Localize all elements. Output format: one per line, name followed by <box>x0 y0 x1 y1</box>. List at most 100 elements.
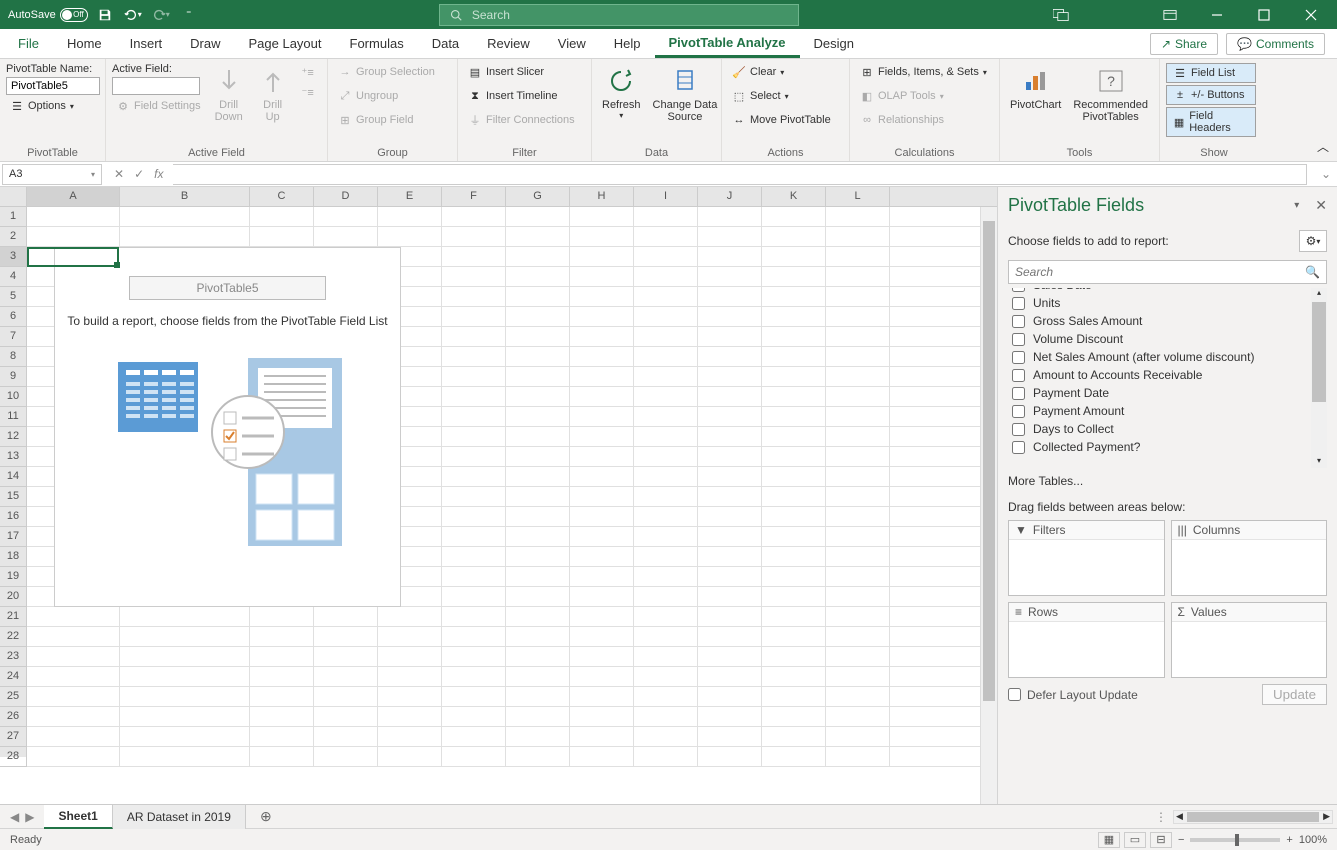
task-pane-close-button[interactable]: ✕ <box>1315 197 1327 214</box>
row-header[interactable]: 18 <box>0 547 27 567</box>
field-list-toggle[interactable]: ☰Field List <box>1166 63 1256 83</box>
minimize-button[interactable] <box>1194 0 1239 29</box>
row-header[interactable]: 13 <box>0 447 27 467</box>
spreadsheet-grid[interactable]: ABCDEFGHIJKL 123456789101112131415161718… <box>0 187 997 804</box>
tab-view[interactable]: View <box>544 29 600 58</box>
zoom-in-button[interactable]: + <box>1286 834 1292 846</box>
row-header[interactable]: 20 <box>0 587 27 607</box>
move-pivottable-button[interactable]: ↔Move PivotTable <box>728 111 835 129</box>
field-item[interactable]: Days to Collect <box>1008 420 1327 438</box>
column-header[interactable]: A <box>27 187 120 206</box>
tab-pivottable-analyze[interactable]: PivotTable Analyze <box>655 29 800 58</box>
zoom-out-button[interactable]: − <box>1178 834 1184 846</box>
tab-formulas[interactable]: Formulas <box>336 29 418 58</box>
field-item[interactable]: Volume Discount <box>1008 330 1327 348</box>
row-header[interactable]: 26 <box>0 707 27 727</box>
tab-review[interactable]: Review <box>473 29 544 58</box>
row-header[interactable]: 4 <box>0 267 27 287</box>
formula-input[interactable] <box>173 164 1306 185</box>
tab-page-layout[interactable]: Page Layout <box>235 29 336 58</box>
share-button[interactable]: ↗Share <box>1150 33 1218 55</box>
layout-options-button[interactable]: ⚙▾ <box>1299 230 1327 252</box>
sheet-prev-icon[interactable]: ◀ <box>10 810 19 824</box>
row-header[interactable]: 7 <box>0 327 27 347</box>
page-break-view-button[interactable]: ⊟ <box>1150 832 1172 848</box>
vertical-scrollbar[interactable] <box>980 207 997 804</box>
field-item[interactable]: Gross Sales Amount <box>1008 312 1327 330</box>
tab-home[interactable]: Home <box>53 29 116 58</box>
column-header[interactable]: L <box>826 187 890 206</box>
field-item[interactable]: Net Sales Amount (after volume discount) <box>1008 348 1327 366</box>
cancel-formula-icon[interactable]: ✕ <box>114 167 124 181</box>
confirm-formula-icon[interactable]: ✓ <box>134 167 144 181</box>
zoom-slider[interactable] <box>1190 838 1280 842</box>
more-tables-link[interactable]: More Tables... <box>1008 468 1327 494</box>
name-box[interactable]: A3▾ <box>2 164 102 185</box>
maximize-button[interactable] <box>1241 0 1286 29</box>
page-layout-view-button[interactable]: ▭ <box>1124 832 1146 848</box>
row-header[interactable]: 28 <box>0 747 27 767</box>
undo-icon[interactable]: ▾ <box>122 4 144 26</box>
row-header[interactable]: 6 <box>0 307 27 327</box>
columns-area[interactable]: |||Columns <box>1171 520 1328 596</box>
refresh-button[interactable]: Refresh▾ <box>598 63 645 122</box>
display-options-icon[interactable] <box>1038 0 1083 29</box>
sheet-next-icon[interactable]: ▶ <box>25 810 34 824</box>
row-header[interactable]: 3 <box>0 247 27 267</box>
field-item[interactable]: Units <box>1008 294 1327 312</box>
field-search-box[interactable]: 🔍 <box>1008 260 1327 284</box>
column-header[interactable]: C <box>250 187 314 206</box>
sheet-tab-ar-dataset[interactable]: AR Dataset in 2019 <box>113 805 246 829</box>
row-header[interactable]: 16 <box>0 507 27 527</box>
fields-items-sets-button[interactable]: ⊞Fields, Items, & Sets ▾ <box>856 63 991 81</box>
row-header[interactable]: 17 <box>0 527 27 547</box>
filters-area[interactable]: ▼Filters <box>1008 520 1165 596</box>
tab-file[interactable]: File <box>4 29 53 58</box>
insert-slicer-button[interactable]: ▤Insert Slicer <box>464 63 579 81</box>
save-icon[interactable] <box>94 4 116 26</box>
tab-insert[interactable]: Insert <box>116 29 177 58</box>
pivottable-name-input[interactable] <box>6 77 100 95</box>
row-header[interactable]: 19 <box>0 567 27 587</box>
qat-customize-icon[interactable]: ⁼ <box>178 4 200 26</box>
insert-timeline-button[interactable]: ⧗Insert Timeline <box>464 87 579 105</box>
collapse-ribbon-button[interactable]: ︿ <box>1317 138 1329 155</box>
tab-draw[interactable]: Draw <box>176 29 234 58</box>
add-sheet-button[interactable]: ⊕ <box>252 808 280 825</box>
row-header[interactable]: 9 <box>0 367 27 387</box>
field-item[interactable]: Collected Payment? <box>1008 438 1327 456</box>
plus-minus-buttons-toggle[interactable]: ±+/- Buttons <box>1166 85 1256 105</box>
row-header[interactable]: 5 <box>0 287 27 307</box>
row-header[interactable]: 24 <box>0 667 27 687</box>
defer-layout-checkbox[interactable]: Defer Layout Update <box>1008 688 1138 702</box>
row-header[interactable]: 21 <box>0 607 27 627</box>
task-pane-options-icon[interactable]: ▾ <box>1294 200 1299 211</box>
active-field-input[interactable] <box>112 77 200 95</box>
row-header[interactable]: 10 <box>0 387 27 407</box>
row-header[interactable]: 22 <box>0 627 27 647</box>
clear-button[interactable]: 🧹Clear ▾ <box>728 63 835 81</box>
column-header[interactable]: H <box>570 187 634 206</box>
ribbon-mode-icon[interactable] <box>1147 0 1192 29</box>
fx-icon[interactable]: fx <box>154 167 163 181</box>
close-button[interactable] <box>1288 0 1333 29</box>
row-header[interactable]: 23 <box>0 647 27 667</box>
field-item[interactable]: Payment Date <box>1008 384 1327 402</box>
redo-icon[interactable]: ▾ <box>150 4 172 26</box>
search-box[interactable]: Search <box>439 4 799 26</box>
row-header[interactable]: 15 <box>0 487 27 507</box>
rows-area[interactable]: ≡Rows <box>1008 602 1165 678</box>
expand-formula-bar-icon[interactable]: ⌄ <box>1321 167 1337 181</box>
pivotchart-button[interactable]: PivotChart <box>1006 63 1065 113</box>
field-list-scrollbar[interactable]: ▴▾ <box>1311 288 1327 468</box>
column-header[interactable]: I <box>634 187 698 206</box>
select-button[interactable]: ⬚Select ▾ <box>728 87 835 105</box>
change-data-source-button[interactable]: Change Data Source <box>649 63 722 125</box>
field-item[interactable]: Amount to Accounts Receivable <box>1008 366 1327 384</box>
horizontal-scrollbar[interactable]: ◀▶ <box>1173 810 1333 824</box>
comments-button[interactable]: 💬Comments <box>1226 33 1325 55</box>
tab-data[interactable]: Data <box>418 29 473 58</box>
row-header[interactable]: 11 <box>0 407 27 427</box>
options-button[interactable]: ☰Options ▾ <box>6 97 100 115</box>
row-header[interactable]: 2 <box>0 227 27 247</box>
